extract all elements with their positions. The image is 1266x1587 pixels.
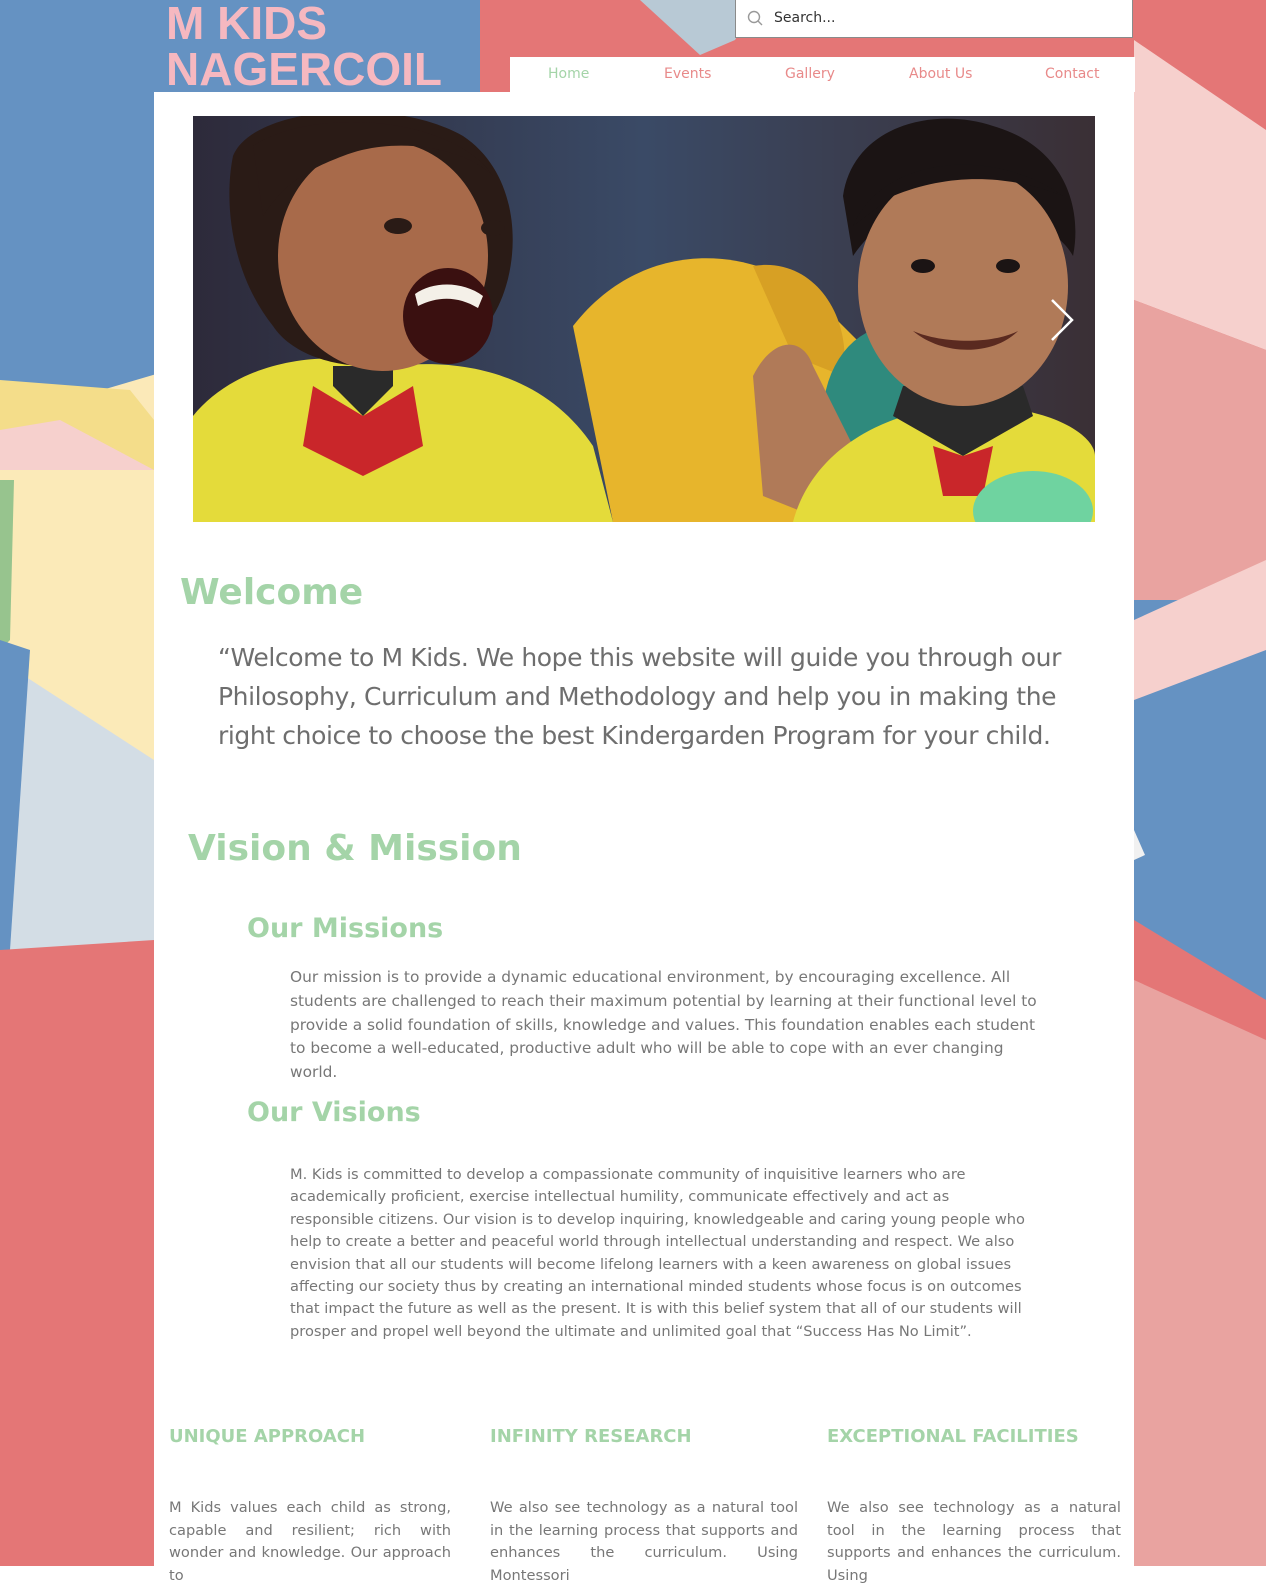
feature-text-exceptional-facilities: We also see technology as a natural tool… — [827, 1499, 1121, 1584]
feature-title-unique-approach: UNIQUE APPROACH — [169, 1426, 366, 1447]
chevron-right-icon[interactable] — [1046, 298, 1076, 342]
nav-item-about-us[interactable]: About Us — [909, 66, 972, 82]
visions-heading: Our Visions — [247, 1097, 421, 1128]
missions-text: Our mission is to provide a dynamic educ… — [290, 968, 1037, 1082]
nav-item-events[interactable]: Events — [664, 66, 711, 82]
feature-title-infinity-research: INFINITY RESEARCH — [490, 1426, 692, 1447]
hero-image — [193, 116, 1095, 522]
feature-text-unique-approach: M Kids values each child as strong, capa… — [169, 1499, 451, 1584]
nav-item-gallery[interactable]: Gallery — [785, 66, 835, 82]
missions-heading: Our Missions — [247, 913, 444, 944]
site-logo[interactable]: M KIDS NAGERCOIL — [166, 0, 442, 92]
hero-slideshow[interactable] — [193, 116, 1095, 522]
feature-title-exceptional-facilities: EXCEPTIONAL FACILITIES — [827, 1426, 1079, 1447]
vision-mission-heading: Vision & Mission — [188, 828, 522, 869]
feature-text-infinity-research: We also see technology as a natural tool… — [490, 1499, 798, 1584]
welcome-heading: Welcome — [180, 572, 364, 613]
nav-item-home[interactable]: Home — [548, 66, 589, 82]
welcome-quote: “Welcome to M Kids. We hope this website… — [218, 643, 1061, 750]
visions-text: M. Kids is committed to develop a compas… — [290, 1166, 1025, 1340]
search-icon — [747, 10, 763, 26]
logo-line-1: M KIDS — [166, 0, 327, 49]
search-input[interactable] — [774, 4, 1114, 32]
logo-line-2: NAGERCOIL — [166, 43, 442, 95]
nav-item-contact[interactable]: Contact — [1045, 66, 1099, 82]
main-nav: Home Events Gallery About Us Contact — [510, 57, 1135, 92]
search-box[interactable] — [735, 0, 1133, 38]
